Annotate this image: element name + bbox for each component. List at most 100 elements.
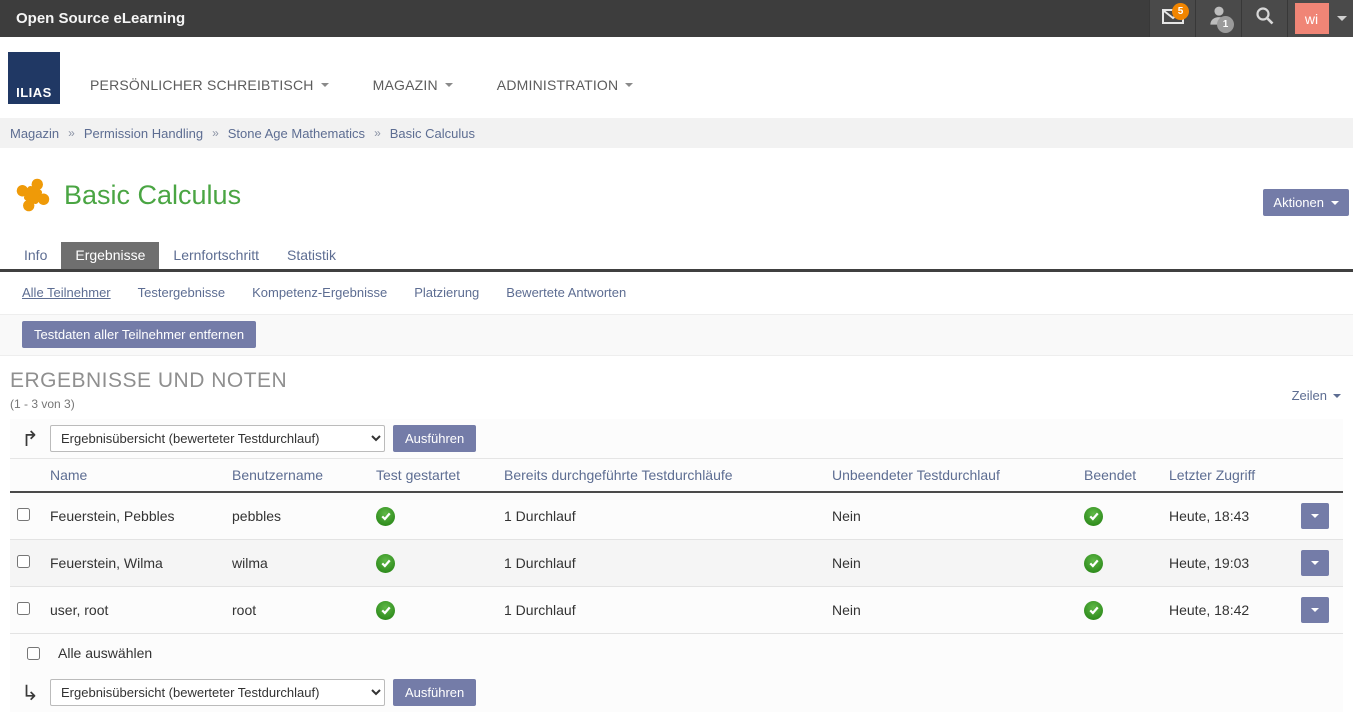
- breadcrumb-item[interactable]: Stone Age Mathematics: [228, 126, 365, 141]
- chevron-down-icon: [321, 83, 329, 87]
- col-letzter-zugriff[interactable]: Letzter Zugriff: [1165, 459, 1297, 493]
- results-table-widget: ↱ Ergebnisübersicht (bewerteter Testdurc…: [10, 419, 1343, 712]
- row-actions-button[interactable]: [1301, 597, 1329, 623]
- breadcrumb-separator: »: [68, 126, 75, 140]
- breadcrumb-item[interactable]: Permission Handling: [84, 126, 203, 141]
- nav-personal-desktop[interactable]: PERSÖNLICHER SCHREIBTISCH: [90, 77, 329, 93]
- top-bar: Open Source eLearning 5 1 wi: [0, 0, 1353, 37]
- rows-label: Zeilen: [1292, 388, 1327, 403]
- remove-testdata-button[interactable]: Testdaten aller Teilnehmer entfernen: [22, 321, 256, 348]
- main-header: ILIAS PERSÖNLICHER SCHREIBTISCH MAGAZIN …: [0, 37, 1353, 118]
- cell-name: Feuerstein, Wilma: [46, 540, 228, 587]
- row-checkbox[interactable]: [17, 602, 30, 615]
- breadcrumb-item[interactable]: Basic Calculus: [390, 126, 475, 141]
- bulk-action-select-top[interactable]: Ergebnisübersicht (bewerteter Testdurchl…: [50, 425, 385, 452]
- select-all-label: Alle auswählen: [58, 645, 152, 661]
- col-test-gestartet[interactable]: Test gestartet: [372, 459, 500, 493]
- user-menu-button[interactable]: wi: [1287, 0, 1353, 37]
- results-table: Name Benutzername Test gestartet Bereits…: [10, 458, 1343, 634]
- breadcrumb-separator: »: [374, 126, 381, 140]
- cell-unfinished: Nein: [828, 587, 1080, 634]
- tab-bar: Info Ergebnisse Lernfortschritt Statisti…: [0, 242, 1353, 272]
- col-actions: [1297, 459, 1343, 493]
- check-icon: [376, 601, 395, 620]
- chevron-down-icon: [1311, 514, 1319, 518]
- check-icon: [376, 554, 395, 573]
- row-checkbox[interactable]: [17, 508, 30, 521]
- tab-ergebnisse[interactable]: Ergebnisse: [61, 242, 159, 269]
- cell-runs: 1 Durchlauf: [500, 540, 828, 587]
- cell-unfinished: Nein: [828, 540, 1080, 587]
- col-checkbox: [10, 459, 46, 493]
- row-checkbox[interactable]: [17, 555, 30, 568]
- bulk-action-select-bottom[interactable]: Ergebnisübersicht (bewerteter Testdurchl…: [50, 679, 385, 706]
- subtab-platzierung[interactable]: Platzierung: [414, 285, 479, 300]
- chevron-down-icon: [1331, 201, 1339, 205]
- table-row: Feuerstein, Wilma wilma 1 Durchlauf Nein…: [10, 540, 1343, 587]
- col-beendet[interactable]: Beendet: [1080, 459, 1165, 493]
- subtab-bewertete-antworten[interactable]: Bewertete Antworten: [506, 285, 626, 300]
- cell-last-access: Heute, 18:42: [1165, 587, 1297, 634]
- avatar: wi: [1295, 3, 1329, 34]
- cell-username: root: [228, 587, 372, 634]
- nav-repository[interactable]: MAGAZIN: [373, 77, 453, 93]
- cell-username: pebbles: [228, 492, 372, 540]
- select-all-row: Alle auswählen: [10, 634, 1343, 673]
- apply-above-arrow-icon: ↱: [18, 427, 42, 451]
- chevron-down-icon: [625, 83, 633, 87]
- nav-administration[interactable]: ADMINISTRATION: [497, 77, 634, 93]
- execute-button-top[interactable]: Ausführen: [393, 425, 476, 452]
- range-info-top: (1 - 3 von 3): [10, 397, 1343, 411]
- apply-below-arrow-icon: ↳: [18, 681, 42, 705]
- table-actions-top: ↱ Ergebnisübersicht (bewerteter Testdurc…: [10, 419, 1343, 458]
- tab-statistik[interactable]: Statistik: [273, 242, 350, 269]
- table-row: Feuerstein, Pebbles pebbles 1 Durchlauf …: [10, 492, 1343, 540]
- toolbar: Testdaten aller Teilnehmer entfernen: [0, 314, 1353, 356]
- online-count-badge: 1: [1217, 16, 1234, 33]
- subtab-kompetenz-ergebnisse[interactable]: Kompetenz-Ergebnisse: [252, 285, 387, 300]
- ilias-logo[interactable]: ILIAS: [8, 52, 60, 104]
- subtab-testergebnisse[interactable]: Testergebnisse: [138, 285, 225, 300]
- col-unbeendeter[interactable]: Unbeendeter Testdurchlauf: [828, 459, 1080, 493]
- col-name[interactable]: Name: [46, 459, 228, 493]
- page-title: Basic Calculus: [64, 180, 241, 211]
- cell-runs: 1 Durchlauf: [500, 492, 828, 540]
- cell-runs: 1 Durchlauf: [500, 587, 828, 634]
- search-button[interactable]: [1241, 0, 1287, 37]
- site-title: Open Source eLearning: [0, 0, 1149, 37]
- row-actions-button[interactable]: [1301, 550, 1329, 576]
- check-icon: [1084, 554, 1103, 573]
- tab-lernfortschritt[interactable]: Lernfortschritt: [159, 242, 273, 269]
- nav-label: PERSÖNLICHER SCHREIBTISCH: [90, 77, 314, 93]
- cell-name: Feuerstein, Pebbles: [46, 492, 228, 540]
- nav-label: MAGAZIN: [373, 77, 438, 93]
- actions-button[interactable]: Aktionen: [1263, 189, 1349, 216]
- check-icon: [1084, 507, 1103, 526]
- table-row: user, root root 1 Durchlauf Nein Heute, …: [10, 587, 1343, 634]
- cell-unfinished: Nein: [828, 492, 1080, 540]
- chevron-down-icon: [445, 83, 453, 87]
- row-actions-button[interactable]: [1301, 503, 1329, 529]
- execute-button-bottom[interactable]: Ausführen: [393, 679, 476, 706]
- subtab-alle-teilnehmer[interactable]: Alle Teilnehmer: [22, 285, 111, 300]
- tab-info[interactable]: Info: [10, 242, 61, 269]
- who-is-online-button[interactable]: 1: [1195, 0, 1241, 37]
- chevron-down-icon: [1311, 608, 1319, 612]
- breadcrumb-item[interactable]: Magazin: [10, 126, 59, 141]
- mail-button[interactable]: 5: [1149, 0, 1195, 37]
- check-icon: [376, 507, 395, 526]
- cell-username: wilma: [228, 540, 372, 587]
- section-title: ERGEBNISSE UND NOTEN: [10, 369, 1343, 393]
- breadcrumb: Magazin » Permission Handling » Stone Ag…: [0, 118, 1353, 148]
- col-testdurchlaeufe[interactable]: Bereits durchgeführte Testdurchläufe: [500, 459, 828, 493]
- results-header: ERGEBNISSE UND NOTEN (1 - 3 von 3) Zeile…: [0, 356, 1353, 411]
- cell-last-access: Heute, 19:03: [1165, 540, 1297, 587]
- chevron-down-icon: [1333, 394, 1341, 398]
- col-benutzername[interactable]: Benutzername: [228, 459, 372, 493]
- search-icon: [1253, 4, 1277, 33]
- select-all-checkbox[interactable]: [27, 647, 40, 660]
- rows-dropdown[interactable]: Zeilen: [1292, 388, 1341, 403]
- breadcrumb-separator: »: [212, 126, 219, 140]
- nav-label: ADMINISTRATION: [497, 77, 619, 93]
- table-header-row: Name Benutzername Test gestartet Bereits…: [10, 459, 1343, 493]
